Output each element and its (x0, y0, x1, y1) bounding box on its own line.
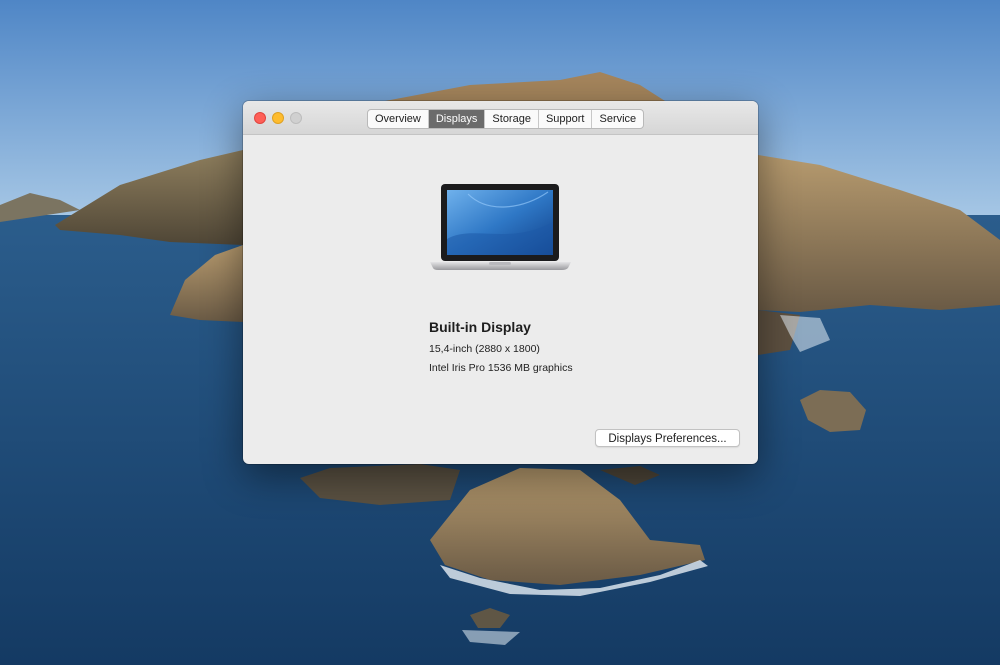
tab-bar: Overview Displays Storage Support Servic… (367, 109, 645, 129)
tab-support[interactable]: Support (539, 110, 593, 128)
tab-service[interactable]: Service (592, 110, 643, 128)
display-size: 15,4-inch (2880 x 1800) (429, 343, 540, 355)
tab-overview[interactable]: Overview (368, 110, 429, 128)
tab-displays[interactable]: Displays (428, 110, 486, 128)
window-titlebar[interactable]: Overview Displays Storage Support Servic… (243, 101, 758, 135)
displays-preferences-button[interactable]: Displays Preferences... (595, 429, 740, 447)
tab-storage[interactable]: Storage (485, 110, 539, 128)
desktop: Overview Displays Storage Support Servic… (0, 0, 1000, 665)
display-name: Built-in Display (429, 319, 531, 335)
zoom-button (290, 112, 302, 124)
minimize-button[interactable] (272, 112, 284, 124)
close-button[interactable] (254, 112, 266, 124)
about-this-mac-window: Overview Displays Storage Support Servic… (243, 101, 758, 464)
display-graphics: Intel Iris Pro 1536 MB graphics (429, 362, 573, 374)
macbook-pro-icon (430, 184, 571, 270)
